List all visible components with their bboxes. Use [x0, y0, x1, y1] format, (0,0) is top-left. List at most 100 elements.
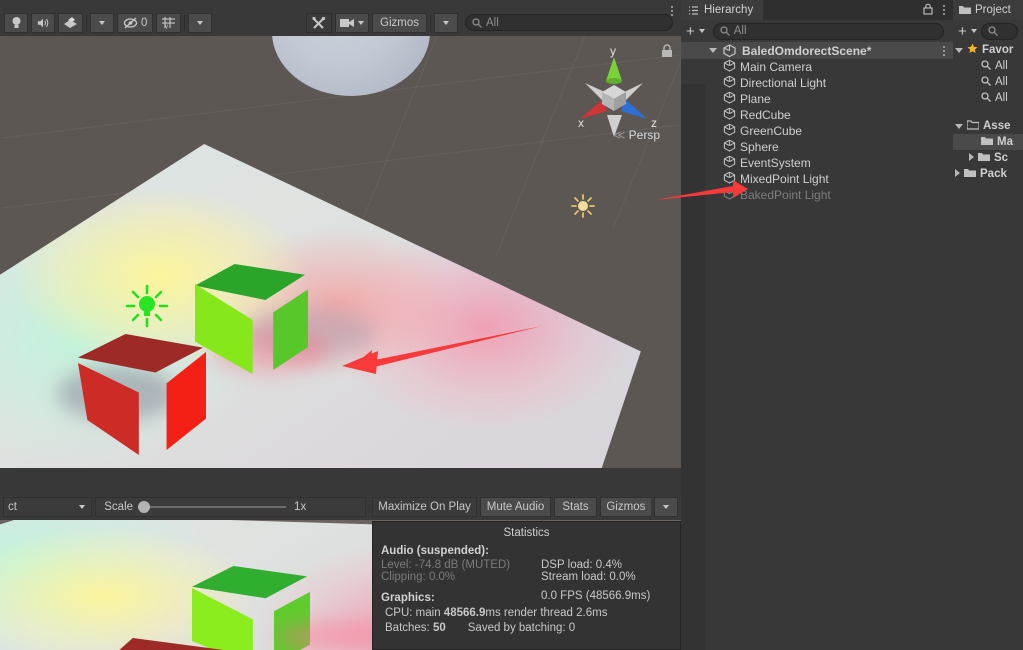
hierarchy-tree[interactable]: BaledOmdorectScene* Main Camera Direction… — [681, 42, 953, 650]
hierarchy-items: Main Camera Directional Light Plane RedCube… — [681, 59, 953, 203]
gizmos-button[interactable]: Gizmos — [372, 12, 427, 33]
grid-dropdown-button[interactable] — [188, 12, 213, 33]
game-gizmos-button[interactable]: Gizmos — [599, 497, 651, 517]
effects-dropdown-button[interactable] — [90, 12, 114, 33]
project-item-all[interactable]: All — [953, 74, 1023, 90]
fps-value: 0.0 FPS (48566.9ms) — [541, 590, 651, 602]
search-icon — [720, 26, 730, 36]
hidden-objects-button[interactable]: 0 — [117, 12, 154, 33]
project-item-ma[interactable]: Ma — [953, 134, 1023, 150]
triangle-down-icon[interactable] — [955, 120, 963, 132]
triangle-down-icon[interactable] — [709, 48, 717, 53]
search-icon — [981, 75, 991, 89]
effects-icon[interactable] — [58, 12, 83, 33]
hierarchy-item-label: RedCube — [740, 108, 791, 122]
project-tab-label: Project — [975, 4, 1011, 16]
point-light-icon[interactable] — [124, 283, 170, 329]
chevron-down-icon — [79, 505, 86, 509]
search-icon — [981, 91, 991, 105]
chevron-down-icon — [358, 20, 365, 25]
gameobject-icon — [723, 107, 736, 123]
gameobject-icon — [723, 139, 736, 152]
folder-open-icon — [966, 119, 980, 133]
green-cube-object[interactable] — [195, 264, 308, 374]
scale-slider-knob[interactable] — [138, 501, 151, 513]
hierarchy-item-directional-light[interactable]: Directional Light — [681, 75, 953, 91]
projection-arrow-icon: ≪ — [612, 128, 626, 142]
gizmos-label: Gizmos — [380, 16, 419, 29]
scene-row-kebab-menu-icon[interactable] — [943, 46, 945, 56]
tab-hierarchy[interactable]: Hierarchy — [681, 0, 764, 20]
triangle-down-icon[interactable] — [955, 44, 963, 56]
project-add-chevron-down-icon[interactable] — [970, 29, 977, 33]
add-dropdown-chevron-down-icon[interactable] — [698, 29, 705, 33]
scene-kebab-menu-icon[interactable] — [671, 6, 673, 16]
hierarchy-item-main-camera[interactable]: Main Camera — [681, 59, 953, 75]
stats-label: Stats — [562, 501, 589, 513]
unity-scene-icon — [723, 44, 736, 57]
game-gizmos-dropdown[interactable] — [654, 497, 678, 517]
hierarchy-item-label: GreenCube — [740, 124, 803, 138]
scale-slider-track[interactable] — [138, 501, 287, 513]
hierarchy-kebab-menu-icon[interactable] — [943, 5, 945, 15]
scene-toolbar: 0 y Gizmos All — [0, 0, 681, 36]
dsp-load: DSP load: 0.4% — [541, 559, 622, 571]
hierarchy-scene-row[interactable]: BaledOmdorectScene* — [681, 42, 953, 59]
projection-mode-label[interactable]: ≪ Persp — [613, 128, 660, 142]
gizmos-dropdown-button[interactable] — [434, 12, 458, 33]
maximize-on-play-button[interactable]: Maximize On Play — [372, 497, 477, 517]
project-item-all[interactable]: All — [953, 90, 1023, 106]
scale-slider[interactable]: Scale 1x — [95, 497, 367, 517]
scene-camera-button[interactable] — [335, 12, 370, 33]
project-add-button[interactable]: + — [958, 24, 967, 39]
gameobject-icon — [723, 91, 736, 104]
lightbulb-icon[interactable] — [4, 12, 28, 33]
project-item-favor[interactable]: Favor — [953, 42, 1023, 58]
scene-tools-button[interactable] — [306, 12, 333, 33]
persp-text: Persp — [628, 128, 660, 142]
gameobject-icon — [723, 107, 736, 120]
hierarchy-item-label: MixedPoint Light — [740, 172, 829, 186]
maximize-on-play-label: Maximize On Play — [378, 501, 471, 513]
grid-icon[interactable]: y — [156, 12, 182, 33]
project-item-all[interactable]: All — [953, 58, 1023, 74]
hierarchy-item-redcube[interactable]: RedCube — [681, 107, 953, 123]
scene-search-input[interactable]: All — [465, 14, 673, 31]
scene-view-panel: x z y ≪ Persp 0 y Gizmos All — [0, 0, 681, 468]
project-item-asse[interactable]: Asse — [953, 118, 1023, 134]
project-item-pack[interactable]: Pack — [953, 166, 1023, 182]
stats-button[interactable]: Stats — [554, 497, 597, 517]
project-search-input[interactable] — [980, 22, 1018, 40]
svg-text:y: y — [165, 24, 168, 29]
project-spacer — [953, 106, 1023, 118]
add-gameobject-button[interactable]: + — [686, 24, 695, 39]
hierarchy-item-sphere[interactable]: Sphere — [681, 139, 953, 155]
mute-audio-button[interactable]: Mute Audio — [479, 497, 552, 517]
hierarchy-search-input[interactable]: All — [712, 22, 944, 40]
hierarchy-item-label: Plane — [740, 92, 771, 106]
game-toolbar: ct Scale 1x Maximize On Play Mute Audio … — [0, 494, 681, 520]
tab-project[interactable]: Project — [953, 0, 1023, 20]
hierarchy-item-bakedpoint-light[interactable]: BakedPoint Light — [681, 187, 953, 203]
chevron-down-icon — [197, 20, 204, 25]
scene-lock-icon[interactable] — [661, 44, 673, 61]
red-cube-object[interactable] — [78, 334, 206, 455]
hierarchy-item-plane[interactable]: Plane — [681, 91, 953, 107]
baked-light-icon[interactable] — [571, 194, 595, 218]
hierarchy-item-mixedpoint-light[interactable]: MixedPoint Light — [681, 171, 953, 187]
speaker-icon[interactable] — [31, 12, 55, 33]
gameobject-icon — [723, 123, 736, 139]
hierarchy-lock-icon[interactable] — [923, 3, 933, 18]
gizmo-x-label: x — [578, 116, 584, 130]
triangle-right-icon[interactable] — [969, 152, 974, 164]
scene-viewport[interactable]: x z y ≪ Persp — [0, 36, 681, 468]
hierarchy-item-eventsystem[interactable]: EventSystem — [681, 155, 953, 171]
project-tree[interactable]: Favor All All All Asse Ma Sc Pack — [953, 42, 1023, 650]
project-item-sc[interactable]: Sc — [953, 150, 1023, 166]
aspect-ratio-dropdown[interactable]: ct — [3, 497, 93, 517]
star-icon — [967, 43, 978, 57]
gameobject-icon — [723, 75, 736, 91]
triangle-right-icon[interactable] — [955, 168, 960, 180]
audio-level: Level: -74.8 dB (MUTED) — [381, 559, 511, 571]
hierarchy-item-greencube[interactable]: GreenCube — [681, 123, 953, 139]
